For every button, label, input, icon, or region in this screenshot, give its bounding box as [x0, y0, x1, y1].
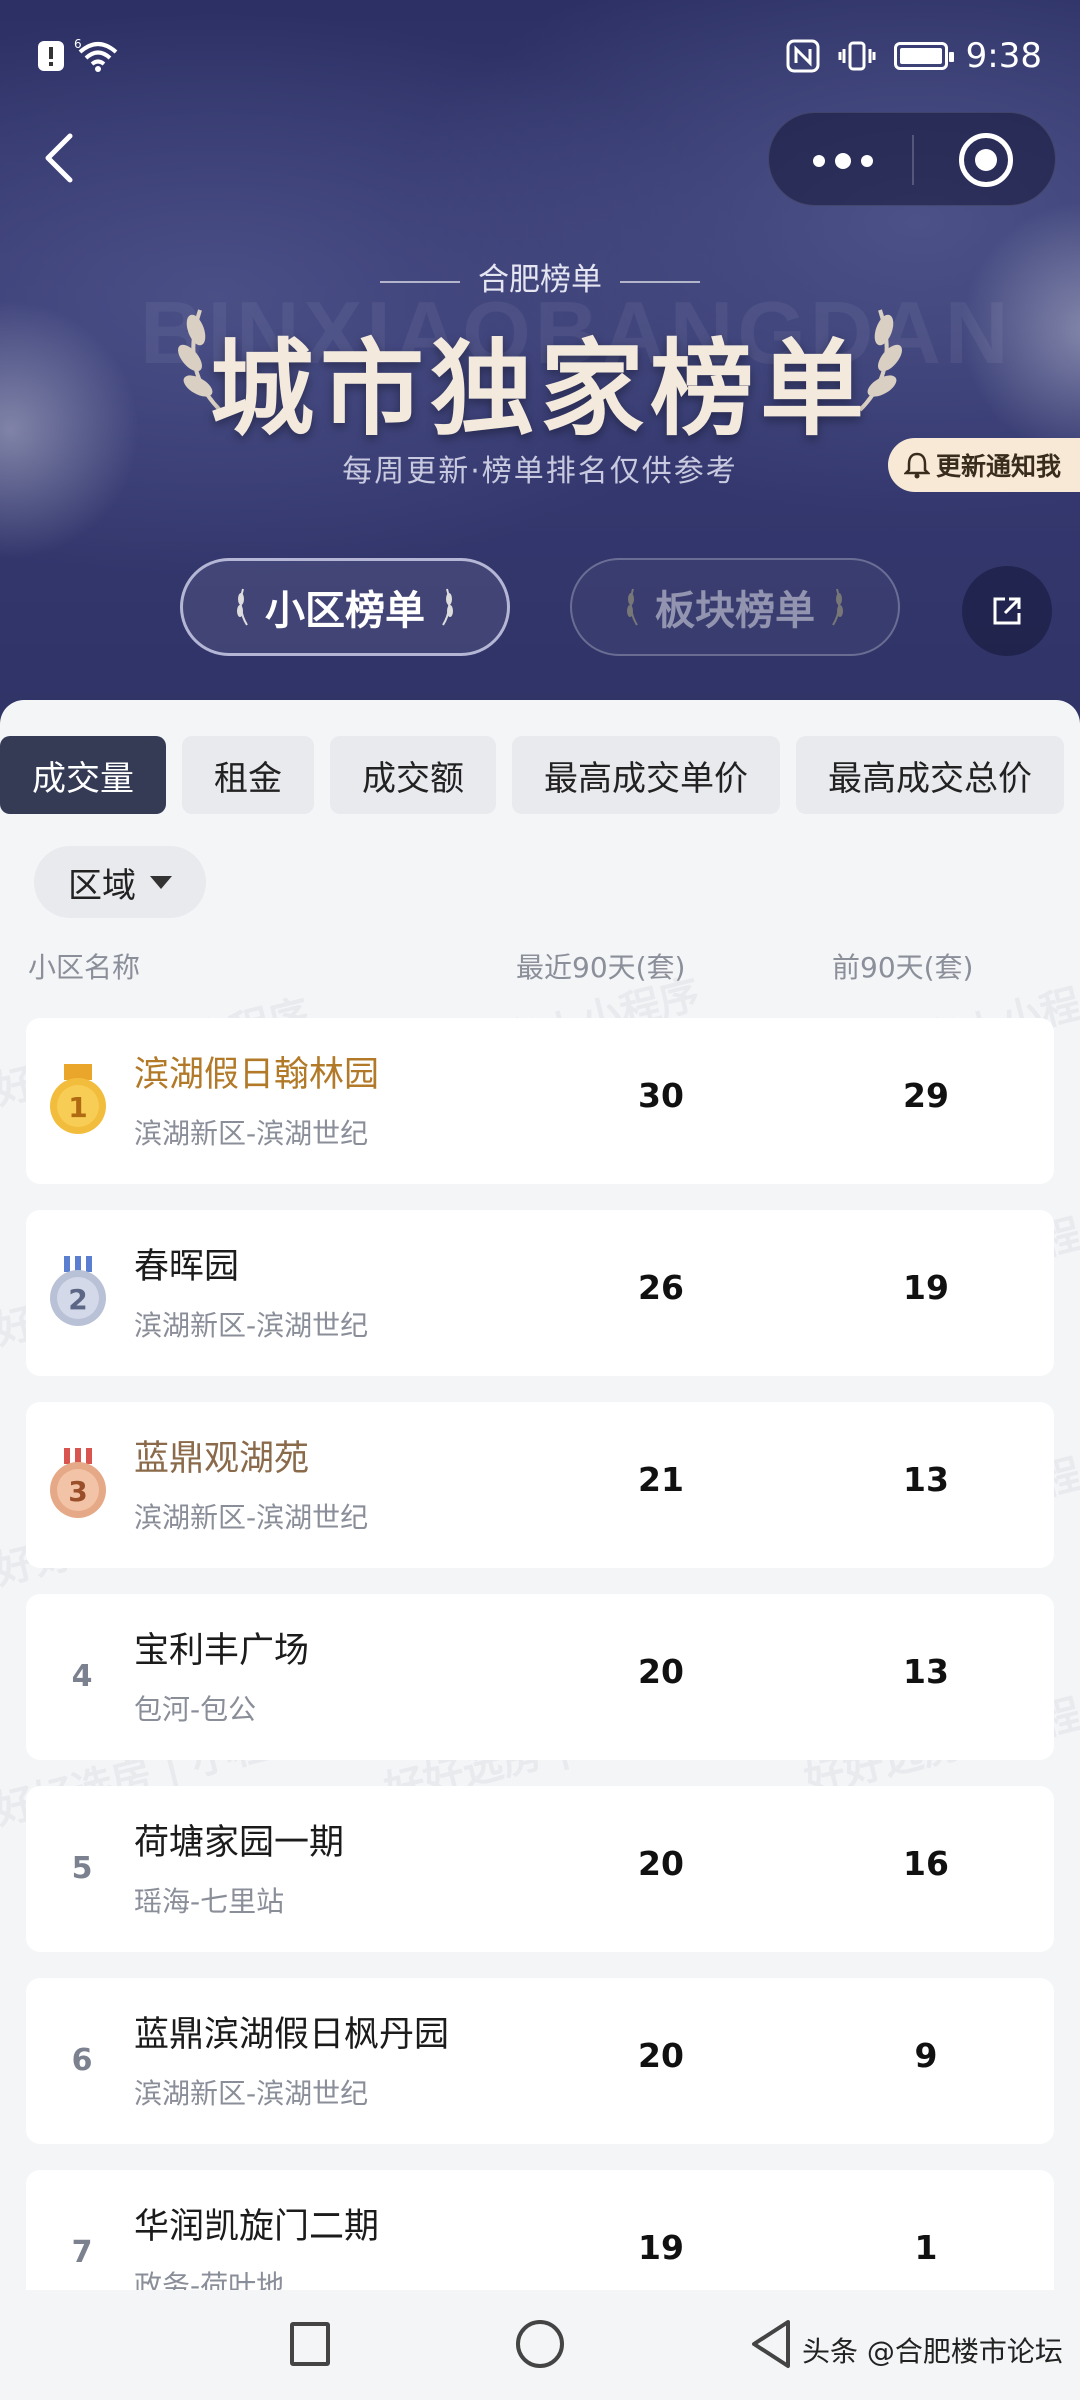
- ranking-row[interactable]: 5 荷塘家园一期 瑶海-七里站 20 16: [26, 1786, 1054, 1952]
- bronze-medal-icon: 3: [50, 1448, 106, 1518]
- recent-count: 21: [638, 1460, 684, 1499]
- recent-count: 20: [638, 1844, 684, 1883]
- recent-count: 20: [638, 1652, 684, 1691]
- previous-count: 13: [903, 1460, 949, 1499]
- ranking-row[interactable]: 6 蓝鼎滨湖假日枫丹园 滨湖新区-滨湖世纪 20 9: [26, 1978, 1054, 2144]
- community-area: 滨湖新区-滨湖世纪: [134, 1117, 369, 1150]
- previous-count: 13: [903, 1652, 949, 1691]
- page-title: 城市独家榜单: [209, 327, 870, 450]
- svg-text:2: 2: [68, 1283, 87, 1316]
- signal-superscript: 6: [74, 38, 82, 51]
- silver-medal-icon: 2: [50, 1256, 106, 1326]
- share-button[interactable]: [962, 566, 1052, 656]
- gold-medal-icon: 1: [50, 1064, 106, 1134]
- recent-count: 20: [638, 2036, 684, 2075]
- back-button[interactable]: [34, 128, 84, 188]
- column-header-previous: 前90天(套): [832, 951, 974, 984]
- header-kicker: 合肥榜单: [0, 254, 1080, 299]
- community-name: 春晖园: [134, 1247, 240, 1287]
- community-name: 华润凯旋门二期: [134, 2207, 380, 2247]
- previous-count: 1: [914, 2228, 938, 2267]
- region-filter-button[interactable]: 区域: [34, 846, 206, 918]
- metric-tabs: 成交量 租金 成交额 最高成交单价 最高成交总价: [0, 736, 1064, 814]
- community-name: 滨湖假日翰林园: [134, 1055, 380, 1095]
- community-area: 滨湖新区-滨湖世纪: [134, 2077, 369, 2110]
- wheat-right-icon: [832, 588, 843, 626]
- ranking-row[interactable]: 4 宝利丰广场 包河-包公 20 13: [26, 1594, 1054, 1760]
- home-button[interactable]: [516, 2320, 564, 2368]
- previous-count: 19: [903, 1268, 949, 1307]
- status-bar: 6 9:38: [0, 0, 1080, 110]
- rank-number: 4: [71, 1659, 93, 1694]
- bell-icon: [904, 452, 930, 479]
- community-area: 滨湖新区-滨湖世纪: [134, 1309, 369, 1342]
- recent-count: 30: [638, 1076, 684, 1115]
- tab-turnover[interactable]: 成交额: [330, 736, 496, 814]
- community-area: 包河-包公: [134, 1693, 257, 1726]
- ranking-row[interactable]: 7 华润凯旋门二期 政务-荷叶地 19 1: [26, 2170, 1054, 2290]
- header-banner: 6 9:38 BINXIAOBANGDAN 合肥榜单 城市独家榜单 每周更新·榜…: [0, 0, 1080, 740]
- community-area: 政务-荷叶地: [134, 2269, 285, 2290]
- recents-button[interactable]: [290, 2322, 330, 2366]
- rank-number: 6: [71, 2043, 93, 2078]
- system-nav-bar: 头条 @合肥楼市论坛: [0, 2290, 1080, 2400]
- rank-number: 5: [71, 1851, 93, 1886]
- recent-count: 19: [638, 2228, 684, 2267]
- community-area: 瑶海-七里站: [134, 1885, 285, 1918]
- rank-number: 7: [71, 2235, 93, 2270]
- toggle-community-ranking[interactable]: 小区榜单: [180, 558, 510, 656]
- wifi-icon: 6: [74, 38, 118, 72]
- column-header-recent: 最近90天(套): [516, 951, 686, 984]
- ranking-panel: 成交量 租金 成交额 最高成交单价 最高成交总价 区域 小区名称 最近90天(套…: [0, 700, 1080, 2290]
- previous-count: 9: [914, 2036, 938, 2075]
- caret-down-icon: [150, 875, 172, 889]
- tab-max-unit-price[interactable]: 最高成交单价: [512, 736, 780, 814]
- community-name: 蓝鼎观湖苑: [134, 1439, 310, 1479]
- share-icon: [993, 597, 1021, 625]
- svg-text:3: 3: [68, 1475, 87, 1508]
- toggle-district-ranking[interactable]: 板块榜单: [570, 558, 900, 656]
- vibrate-icon: [838, 41, 876, 71]
- alert-icon: [38, 41, 64, 71]
- ranking-row[interactable]: 2 春晖园 滨湖新区-滨湖世纪 26 19: [26, 1210, 1054, 1376]
- community-area: 滨湖新区-滨湖世纪: [134, 1501, 369, 1534]
- tab-rent[interactable]: 租金: [182, 736, 314, 814]
- tab-volume[interactable]: 成交量: [0, 736, 166, 814]
- miniprogram-capsule: [768, 112, 1056, 206]
- source-credit: 头条 @合肥楼市论坛: [802, 2335, 1063, 2368]
- wheat-left-icon: [627, 588, 638, 626]
- previous-count: 16: [903, 1844, 949, 1883]
- community-name: 宝利丰广场: [134, 1631, 310, 1671]
- wheat-right-icon: [442, 588, 453, 626]
- nfc-icon: [786, 39, 820, 73]
- ranking-row[interactable]: 3 蓝鼎观湖苑 滨湖新区-滨湖世纪 21 13: [26, 1402, 1054, 1568]
- community-name: 荷塘家园一期: [134, 1823, 345, 1863]
- column-header-name: 小区名称: [28, 951, 141, 984]
- clock: 9:38: [965, 36, 1042, 76]
- svg-text:1: 1: [68, 1091, 87, 1124]
- previous-count: 29: [903, 1076, 949, 1115]
- community-name: 蓝鼎滨湖假日枫丹园: [134, 2015, 450, 2055]
- battery-icon: [893, 42, 954, 70]
- tab-max-total-price[interactable]: 最高成交总价: [796, 736, 1064, 814]
- wheat-left-icon: [237, 588, 248, 626]
- close-target-icon[interactable]: [959, 133, 1013, 187]
- notify-me-button[interactable]: 更新通知我: [888, 438, 1080, 492]
- ranking-row[interactable]: 1 滨湖假日翰林园 滨湖新区-滨湖世纪 30 29: [26, 1018, 1054, 1184]
- recent-count: 26: [638, 1268, 684, 1307]
- more-menu-button[interactable]: [813, 153, 873, 169]
- back-nav-button[interactable]: [748, 2318, 794, 2370]
